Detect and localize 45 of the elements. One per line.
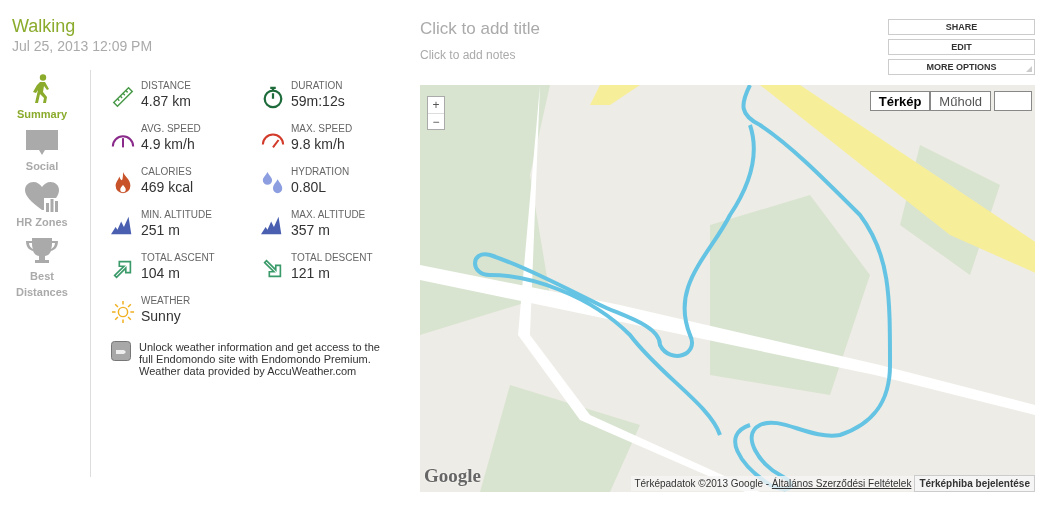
stat-label: MAX. ALTITUDE: [291, 209, 366, 221]
stat-value: 59m:12s: [291, 92, 345, 111]
trophy-icon: [26, 238, 58, 266]
stat-label: TOTAL DESCENT: [291, 252, 373, 264]
speech-bubble-icon: [26, 130, 58, 156]
stat-value: 0.80L: [291, 178, 328, 197]
stat-label: HYDRATION: [291, 166, 350, 178]
stat-value: 9.8 km/h: [291, 135, 346, 154]
map-logo: Google: [424, 465, 481, 487]
sport-title: Walking: [12, 15, 77, 37]
stat-value: 357 m: [291, 221, 331, 240]
stat-label: MIN. ALTITUDE: [141, 209, 212, 221]
stat-value: 104 m: [141, 264, 181, 283]
stat-label: CALORIES: [141, 166, 193, 178]
workout-date: Jul 25, 2013 12:09 PM: [12, 37, 154, 55]
report-error-button[interactable]: Térképhiba bejelentése: [914, 475, 1035, 492]
water-drops-icon: [261, 171, 285, 195]
stat-label: DISTANCE: [141, 80, 191, 92]
heart-chart-icon: [25, 182, 59, 212]
stat-value: 251 m: [141, 221, 181, 240]
stat-value: Sunny: [141, 307, 182, 326]
premium-icon: [111, 341, 131, 361]
map-type-tab[interactable]: Műhold: [930, 91, 991, 111]
action-button[interactable]: EDIT: [888, 39, 1035, 55]
sun-icon: [111, 300, 135, 324]
stat-value: 4.87 km: [141, 92, 191, 111]
more-options-button[interactable]: MORE OPTIONS: [888, 59, 1035, 75]
stopwatch-icon: [261, 85, 285, 109]
stat-label: WEATHER: [141, 295, 191, 307]
premium-text: Weather data provided by AccuWeather.com: [139, 365, 358, 377]
stat-label: DURATION: [291, 80, 344, 92]
terms-link[interactable]: Általános Szerződési Feltételek: [771, 478, 912, 489]
stat-value: 121 m: [291, 264, 331, 283]
stat-label: TOTAL ASCENT: [141, 252, 215, 264]
fullscreen-button[interactable]: [994, 91, 1032, 111]
corner-icon: [1026, 66, 1032, 72]
stat-label: MAX. SPEED: [291, 123, 353, 135]
map-attribution: Térképadatok ©2013 Google - Általános Szerződési Feltételek: [631, 476, 915, 491]
action-button[interactable]: SHARE: [888, 19, 1035, 35]
map-type-tab[interactable]: Térkép: [869, 91, 931, 111]
premium-text: Unlock weather information and get access to the full Endomondo site with Endomondo Premium.: [139, 341, 381, 365]
stat-value: 4.9 km/h: [141, 135, 196, 154]
stat-label: AVG. SPEED: [141, 123, 201, 135]
stat-value: 469 kcal: [141, 178, 194, 197]
ruler-icon: [111, 85, 135, 109]
